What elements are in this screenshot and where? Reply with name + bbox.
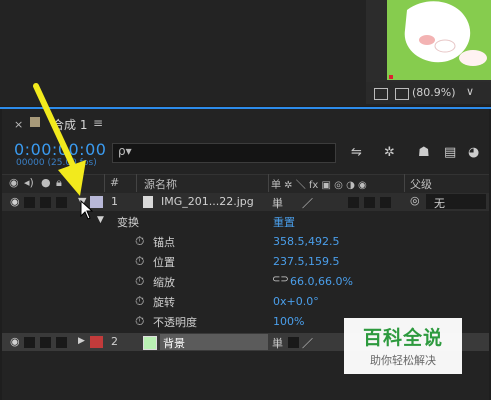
watermark-title: 百科全说 — [362, 327, 443, 349]
watermark-subtitle: 助你轻松解决 — [370, 354, 436, 367]
mouse-cursor — [80, 200, 94, 220]
